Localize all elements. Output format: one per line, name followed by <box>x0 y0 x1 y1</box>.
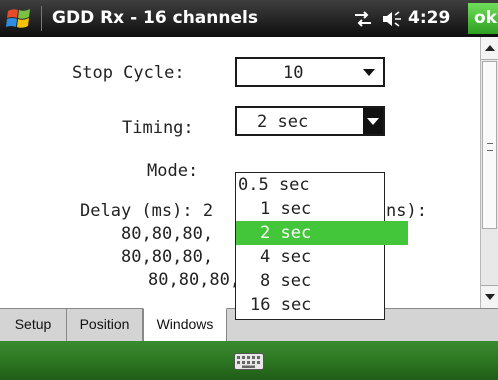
tab-setup[interactable]: Setup <box>0 309 67 341</box>
stop-cycle-select[interactable]: 10 <box>235 57 385 87</box>
volume-icon[interactable] <box>381 9 403 29</box>
stop-cycle-value: 10 <box>283 63 304 83</box>
arrow-down-icon <box>485 294 495 300</box>
vertical-scrollbar[interactable] <box>480 37 498 308</box>
timing-option[interactable]: 0.5 sec <box>236 173 386 197</box>
delay-label: Delay (ms): 2 <box>80 201 214 221</box>
tab-windows[interactable]: Windows <box>143 308 227 341</box>
timing-dropdown-list[interactable]: 0.5 sec 1 sec 2 sec 4 sec 8 sec 16 sec <box>235 172 408 320</box>
mode-label: Mode: <box>147 161 199 181</box>
clock[interactable]: 4:29 <box>408 8 450 28</box>
scroll-down-button[interactable] <box>481 285 498 308</box>
keyboard-icon[interactable] <box>234 353 264 370</box>
windows-start-icon[interactable] <box>6 7 32 31</box>
timing-option-selected[interactable]: 2 sec <box>236 221 408 245</box>
delay-row-1: 80,80,80, <box>121 224 214 244</box>
timing-option[interactable]: 16 sec <box>236 293 398 317</box>
scroll-up-button[interactable] <box>481 37 498 60</box>
scroll-thumb[interactable] <box>482 61 497 229</box>
timing-option[interactable]: 4 sec <box>236 245 408 269</box>
soft-key-bar <box>0 341 498 380</box>
tab-position[interactable]: Position <box>67 309 143 341</box>
chevron-down-icon <box>363 69 375 76</box>
timing-value: 2 sec <box>257 112 309 132</box>
title-separator <box>41 6 42 31</box>
chevron-down-icon <box>363 108 383 134</box>
stop-cycle-label: Stop Cycle: <box>72 63 185 83</box>
timing-option[interactable]: 1 sec <box>236 197 408 221</box>
delay-row-2: 80,80,80, <box>121 247 214 267</box>
timing-select[interactable]: 2 sec <box>235 106 385 136</box>
ok-button[interactable]: ok <box>468 3 498 34</box>
window-title: GDD Rx - 16 channels <box>52 8 258 28</box>
timing-option[interactable]: 8 sec <box>236 269 408 293</box>
arrow-up-icon <box>485 45 495 51</box>
title-bar: GDD Rx - 16 channels 4:29 ok <box>0 0 498 37</box>
grip-icon <box>487 143 493 151</box>
connectivity-icon[interactable] <box>353 10 373 28</box>
timing-label: Timing: <box>122 118 194 138</box>
